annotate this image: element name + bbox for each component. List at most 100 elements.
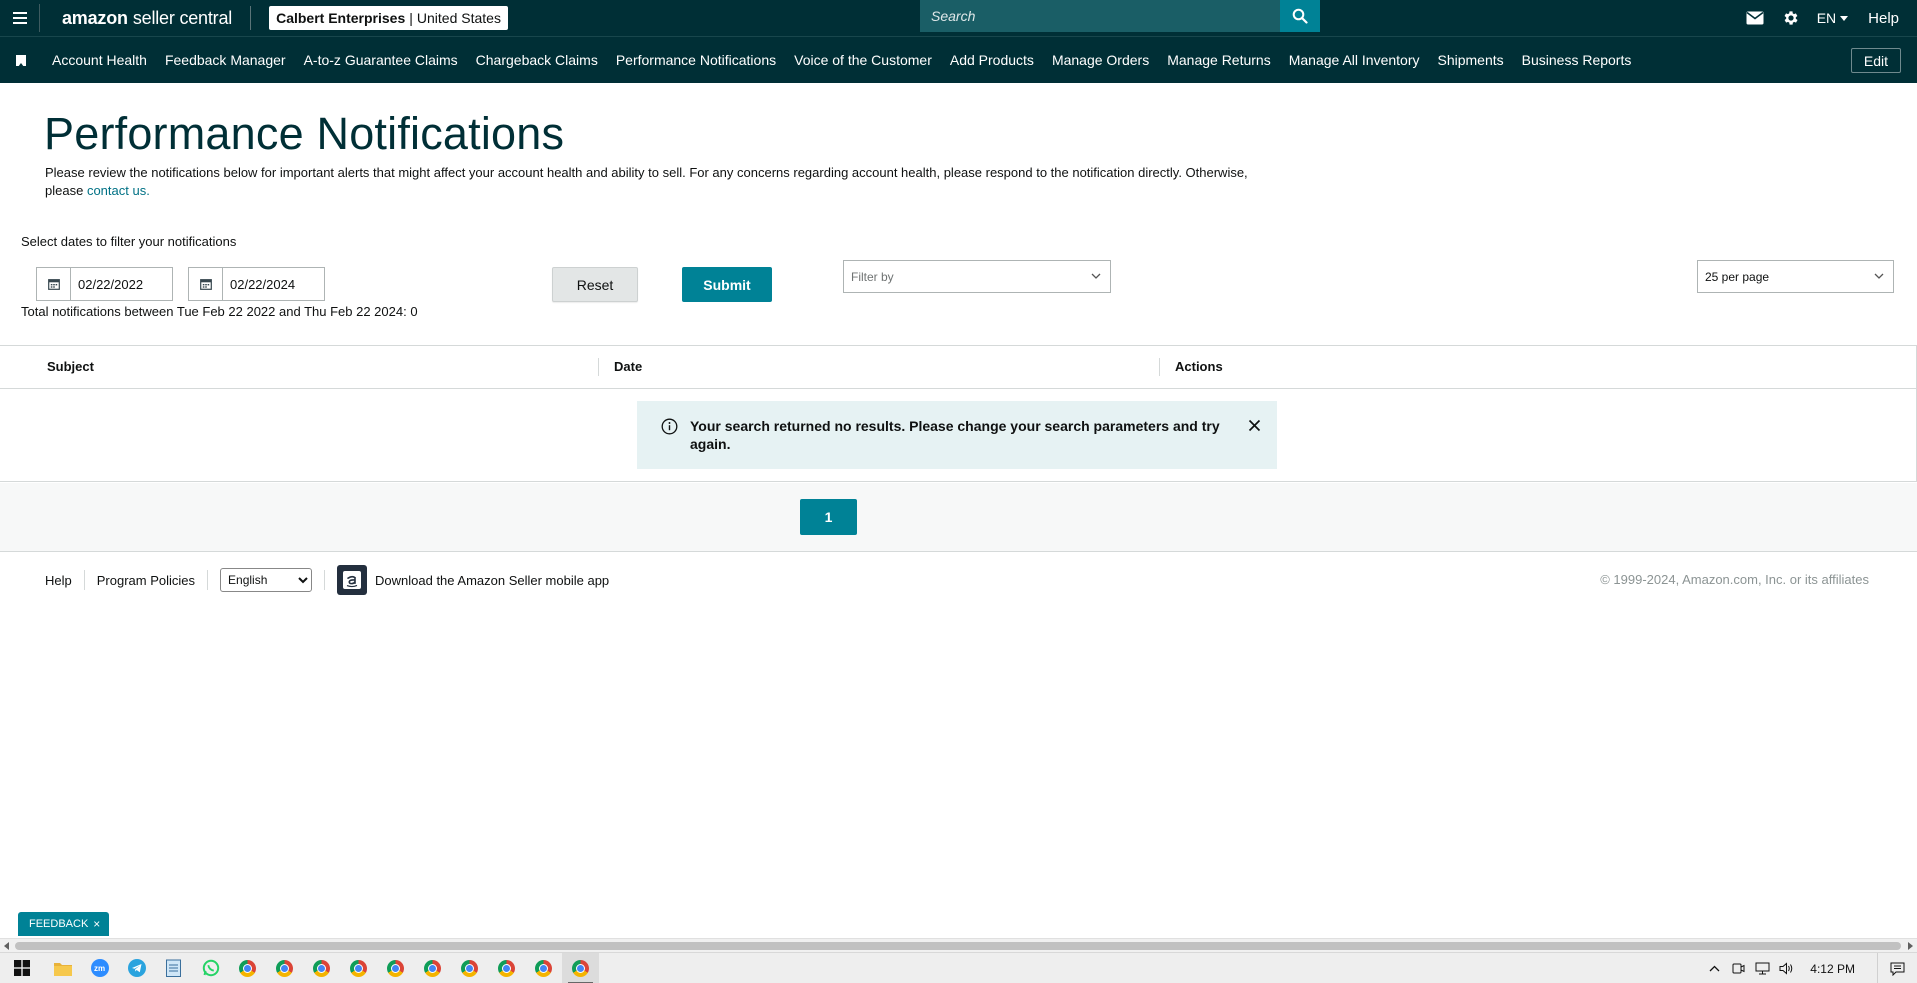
reset-button[interactable]: Reset [552,267,638,302]
amazon-a-icon [343,571,362,589]
taskbar-chrome[interactable] [266,953,303,983]
menu-icon[interactable] [0,4,40,32]
program-policies-link[interactable]: Program Policies [97,573,195,588]
taskbar-chrome[interactable] [451,953,488,983]
account-switcher[interactable]: Calbert Enterprises | United States [269,6,508,30]
taskbar: zm 4:12 PM [0,952,1917,983]
tray-network-button[interactable] [1750,962,1774,975]
chrome-icon [239,959,256,977]
nav-item-add-products[interactable]: Add Products [950,52,1034,68]
download-app-link[interactable]: Download the Amazon Seller mobile app [375,573,609,588]
camera-icon [1732,963,1745,974]
taskbar-chrome[interactable] [340,953,377,983]
mail-button[interactable] [1737,11,1773,25]
account-pipe: | [409,10,413,26]
start-date-calendar-button[interactable] [37,268,71,300]
taskbar-file-explorer[interactable] [44,953,81,983]
search-input[interactable] [920,0,1280,32]
nav-item-a-to-z-claims[interactable]: A-to-z Guarantee Claims [304,52,458,68]
close-icon[interactable] [1248,419,1261,432]
taskbar-whatsapp[interactable] [192,953,229,983]
chrome-icon [276,959,293,977]
windows-icon [14,960,30,976]
amazon-seller-app-icon[interactable] [337,565,368,595]
footer-language-select[interactable]: English [220,568,313,592]
footer: Help Program Policies English Download t… [0,565,1917,595]
info-icon [661,418,678,435]
chrome-icon [424,959,441,977]
end-date-field [188,267,325,301]
nav-item-performance-notifications[interactable]: Performance Notifications [616,52,776,68]
nav-item-business-reports[interactable]: Business Reports [1522,52,1632,68]
account-name: Calbert Enterprises [276,10,406,26]
footer-divider [83,570,85,590]
nav-item-shipments[interactable]: Shipments [1437,52,1503,68]
mail-icon [1746,11,1764,25]
chrome-icon [498,959,515,977]
taskbar-chrome[interactable] [229,953,266,983]
no-results-alert: Your search returned no results. Please … [637,401,1277,469]
notepad-icon [166,959,181,977]
nav-item-feedback-manager[interactable]: Feedback Manager [165,52,286,68]
language-selector[interactable]: EN [1817,10,1849,26]
taskbar-chrome[interactable] [377,953,414,983]
taskbar-chrome[interactable] [525,953,562,983]
intro-body: Please review the notifications below fo… [45,165,1248,198]
start-date-field [36,267,173,301]
footer-help-link[interactable]: Help [45,573,72,588]
taskbar-chrome[interactable] [488,953,525,983]
horizontal-scrollbar[interactable] [0,938,1917,952]
tray-overflow-button[interactable] [1702,965,1726,972]
taskbar-notepad[interactable] [155,953,192,983]
notifications-table: Subject Date Actions Your search returne… [0,345,1917,482]
feedback-tab[interactable]: FEEDBACK × [18,912,109,936]
taskbar-zoom[interactable]: zm [81,953,118,983]
taskbar-chrome-active[interactable] [562,952,599,983]
taskbar-clock[interactable]: 4:12 PM [1810,962,1855,976]
scroll-left-icon[interactable] [4,942,9,950]
column-actions: Actions [1175,359,1223,374]
whatsapp-icon [202,959,219,977]
nav-item-manage-orders[interactable]: Manage Orders [1052,52,1149,68]
start-date-input[interactable] [71,268,171,300]
taskbar-chrome[interactable] [414,953,451,983]
start-button[interactable] [0,953,44,983]
notification-center-button[interactable] [1877,953,1917,983]
end-date-calendar-button[interactable] [189,268,223,300]
logo-brand: amazon [62,7,128,28]
nav-item-voice-of-customer[interactable]: Voice of the Customer [794,52,932,68]
nav-item-manage-inventory[interactable]: Manage All Inventory [1289,52,1420,68]
intro-text: Please review the notifications below fo… [45,164,1285,200]
feedback-label: FEEDBACK [29,918,89,930]
tray-meet-button[interactable] [1726,962,1750,975]
settings-button[interactable] [1773,9,1809,27]
taskbar-chrome[interactable] [303,953,340,983]
taskbar-telegram[interactable] [118,953,155,983]
edit-nav-button[interactable]: Edit [1850,48,1901,73]
chevron-down-icon [1091,273,1101,279]
chrome-icon [572,959,589,977]
nav-item-account-health[interactable]: Account Health [52,52,147,68]
scroll-right-icon[interactable] [1908,942,1913,950]
search-button[interactable] [1280,0,1320,32]
filter-by-select[interactable]: Filter by [843,260,1111,293]
page-button-current[interactable]: 1 [800,499,857,535]
date-filter-label: Select dates to filter your notification… [21,234,237,249]
account-region: United States [416,10,501,26]
per-page-value: 25 per page [1705,269,1770,284]
bookmark-icon[interactable] [16,54,26,67]
help-link[interactable]: Help [1868,10,1899,27]
total-notifications-text: Total notifications between Tue Feb 22 2… [21,304,418,319]
system-tray: 4:12 PM [1702,953,1917,983]
nav-item-chargeback-claims[interactable]: Chargeback Claims [476,52,598,68]
submit-button[interactable]: Submit [682,267,772,302]
end-date-input[interactable] [223,268,323,300]
feedback-close-icon[interactable]: × [93,917,100,931]
zoom-icon: zm [90,959,109,977]
scrollbar-thumb[interactable] [15,942,1901,950]
tray-volume-button[interactable] [1774,962,1798,975]
per-page-select[interactable]: 25 per page [1697,260,1894,293]
nav-item-manage-returns[interactable]: Manage Returns [1167,52,1271,68]
seller-central-logo[interactable]: amazon seller central [62,8,232,29]
contact-us-link[interactable]: contact us. [87,183,150,198]
